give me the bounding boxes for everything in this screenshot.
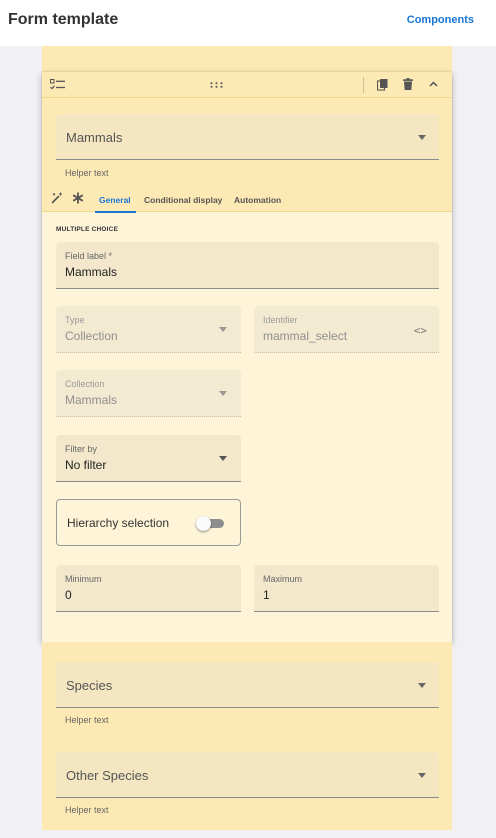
components-link[interactable]: Components — [407, 14, 474, 26]
minimum-caption: Minimum — [65, 574, 102, 584]
minimum-input[interactable]: Minimum 0 — [56, 565, 241, 612]
section-label: MULTIPLE CHOICE — [56, 226, 119, 233]
field-card-mammals: Mammals Helper text General Conditional … — [42, 72, 452, 642]
type-value: Collection — [65, 329, 118, 343]
drag-handle-icon[interactable] — [210, 82, 223, 88]
asterisk-icon[interactable] — [72, 192, 84, 204]
identifier-caption: Identifier — [263, 315, 298, 325]
top-bar: Form template Components — [0, 0, 496, 46]
field-label-caption: Field label * — [65, 251, 113, 261]
preview-select-label: Mammals — [66, 130, 123, 145]
identifier-field: Identifier mammal_select <> — [254, 306, 439, 353]
helper-text: Helper text — [65, 805, 109, 815]
dropdown-arrow-icon — [418, 682, 426, 688]
preview-select-mammals[interactable]: Mammals — [56, 114, 439, 160]
active-tab-indicator — [95, 211, 136, 213]
collection-value: Mammals — [65, 393, 118, 407]
maximum-value: 1 — [263, 588, 270, 602]
dropdown-arrow-icon — [219, 456, 227, 461]
tab-general[interactable]: General — [99, 195, 131, 205]
hierarchy-selection-toggle[interactable] — [196, 516, 224, 531]
filter-by-caption: Filter by — [65, 444, 98, 454]
maximum-caption: Maximum — [263, 574, 303, 584]
page-title: Form template — [8, 11, 119, 28]
collection-select: Collection Mammals — [56, 370, 241, 417]
type-caption: Type — [65, 315, 85, 325]
helper-text: Helper text — [65, 168, 109, 178]
magic-wand-icon[interactable] — [51, 192, 63, 204]
toolbar-divider — [363, 77, 364, 93]
dropdown-arrow-icon — [418, 772, 426, 778]
checklist-icon — [50, 79, 65, 91]
hierarchy-selection-label: Hierarchy selection — [67, 516, 170, 530]
filter-by-value: No filter — [65, 458, 107, 472]
field-label-value: Mammals — [65, 265, 118, 279]
trash-icon[interactable] — [403, 78, 413, 90]
species-select[interactable]: Species — [56, 662, 439, 708]
dropdown-arrow-icon — [219, 327, 227, 332]
type-select: Type Collection — [56, 306, 241, 353]
card-toolbar — [42, 72, 452, 98]
collapse-chevron-icon[interactable] — [429, 81, 438, 87]
lower-cards: Species Helper text Other Species Helper… — [42, 642, 452, 830]
hierarchy-selection-box: Hierarchy selection — [56, 499, 241, 546]
maximum-input[interactable]: Maximum 1 — [254, 565, 439, 612]
dropdown-arrow-icon — [219, 391, 227, 396]
toggle-thumb — [196, 516, 211, 531]
previous-card-strip — [42, 46, 452, 72]
code-brackets-icon[interactable]: <> — [414, 324, 427, 337]
filter-by-select[interactable]: Filter by No filter — [56, 435, 241, 482]
card-header: Mammals Helper text General Conditional … — [42, 72, 452, 213]
duplicate-icon[interactable] — [377, 79, 388, 91]
field-label-input[interactable]: Field label * Mammals — [56, 242, 439, 289]
species-label: Species — [66, 678, 113, 693]
other-species-label: Other Species — [66, 768, 149, 783]
minimum-value: 0 — [65, 588, 72, 602]
other-species-select[interactable]: Other Species — [56, 752, 439, 798]
identifier-value: mammal_select — [263, 329, 348, 343]
collection-caption: Collection — [65, 379, 105, 389]
dropdown-arrow-icon — [418, 134, 426, 140]
helper-text: Helper text — [65, 715, 109, 725]
tab-conditional-display[interactable]: Conditional display — [144, 195, 222, 205]
card-tabs: General Conditional display Automation — [42, 186, 452, 213]
tab-automation[interactable]: Automation — [234, 195, 281, 205]
